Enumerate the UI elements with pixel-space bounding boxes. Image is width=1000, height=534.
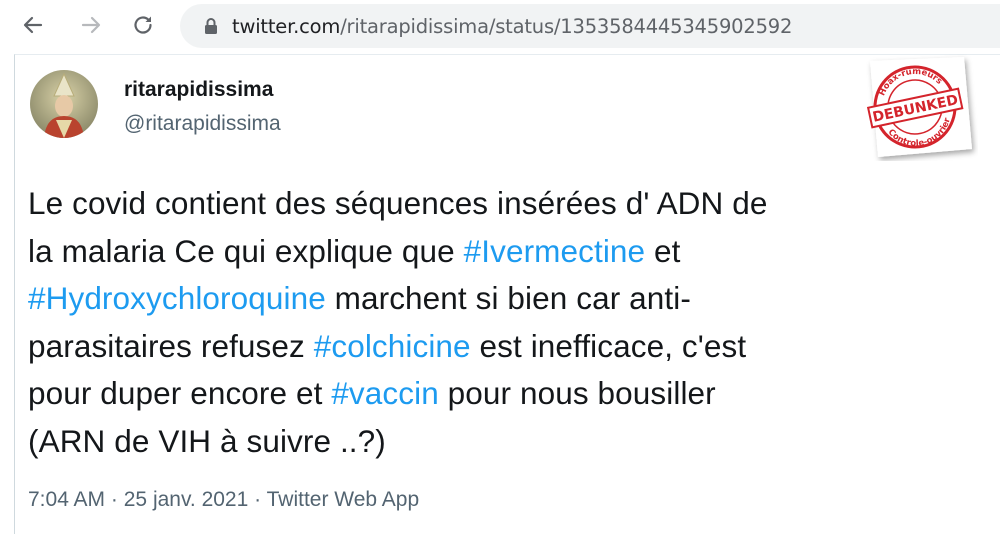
tweet-text-line: pour duper encore et #vaccin pour nous b…	[28, 370, 968, 418]
browser-toolbar: twitter.com/ritarapidissima/status/13535…	[0, 0, 1000, 52]
display-name[interactable]: ritarapidissima	[124, 78, 273, 102]
tweet-text-line: Le covid contient des séquences insérées…	[28, 180, 968, 228]
tweet-text-segment: et	[645, 232, 681, 269]
tweet-date[interactable]: 25 janv. 2021	[124, 488, 249, 511]
user-handle[interactable]: @ritarapidissima	[124, 112, 281, 136]
tweet-text-segment: (ARN de VIH à suivre ..?)	[28, 422, 386, 459]
separator: ·	[254, 488, 262, 511]
hashtag-link[interactable]: #vaccin	[331, 375, 439, 411]
tweet-text-line: la malaria Ce qui explique que #Ivermect…	[28, 228, 968, 276]
separator: ·	[110, 488, 118, 511]
tweet-text-segment: la malaria Ce qui explique que	[28, 232, 464, 269]
avatar[interactable]	[30, 70, 98, 138]
hashtag-link[interactable]: #colchicine	[314, 328, 471, 364]
url-path: /ritarapidissima/status/1353584445345902…	[340, 14, 793, 38]
arrow-right-icon	[81, 16, 101, 34]
tweet-text-line: #Hydroxychloroquine marchent si bien car…	[28, 275, 968, 323]
tweet-text-segment: pour duper encore et	[28, 375, 332, 411]
arrow-left-icon	[23, 16, 43, 34]
tweet-text: Le covid contient des séquences insérées…	[28, 180, 968, 465]
hashtag-link[interactable]: #Hydroxychloroquine	[28, 280, 326, 316]
tweet-time[interactable]: 7:04 AM	[28, 488, 105, 511]
url-host: twitter.com	[232, 14, 341, 38]
tweet-text-line: parasitaires refusez #colchicine est ine…	[28, 323, 968, 371]
lock-icon	[204, 17, 218, 35]
tweet-text-segment: marchent si bien car anti-	[325, 280, 691, 316]
tweet-text-segment: Le covid contient des séquences insérées…	[28, 185, 768, 221]
address-bar[interactable]: twitter.com/ritarapidissima/status/13535…	[180, 4, 1000, 48]
tweet-metadata: 7:04 AM · 25 janv. 2021 · Twitter Web Ap…	[28, 488, 419, 512]
url-text: twitter.com/ritarapidissima/status/13535…	[232, 15, 792, 38]
forward-button[interactable]	[74, 8, 108, 42]
reload-icon	[134, 16, 152, 34]
tweet-text-segment: est inefficace, c'est	[470, 327, 747, 364]
tweet-text-line: (ARN de VIH à suivre ..?)	[28, 418, 968, 466]
tweet-text-segment: parasitaires refusez	[28, 327, 314, 364]
tweet-source[interactable]: Twitter Web App	[267, 488, 420, 511]
debunked-stamp: Hoax-rumeurs Controle-ouvrier DEBUNKED	[852, 53, 978, 161]
hashtag-link[interactable]: #Ivermectine	[464, 233, 646, 269]
reload-button[interactable]	[126, 8, 160, 42]
back-button[interactable]	[16, 8, 50, 42]
tweet-text-segment: pour nous bousiller	[438, 375, 716, 411]
